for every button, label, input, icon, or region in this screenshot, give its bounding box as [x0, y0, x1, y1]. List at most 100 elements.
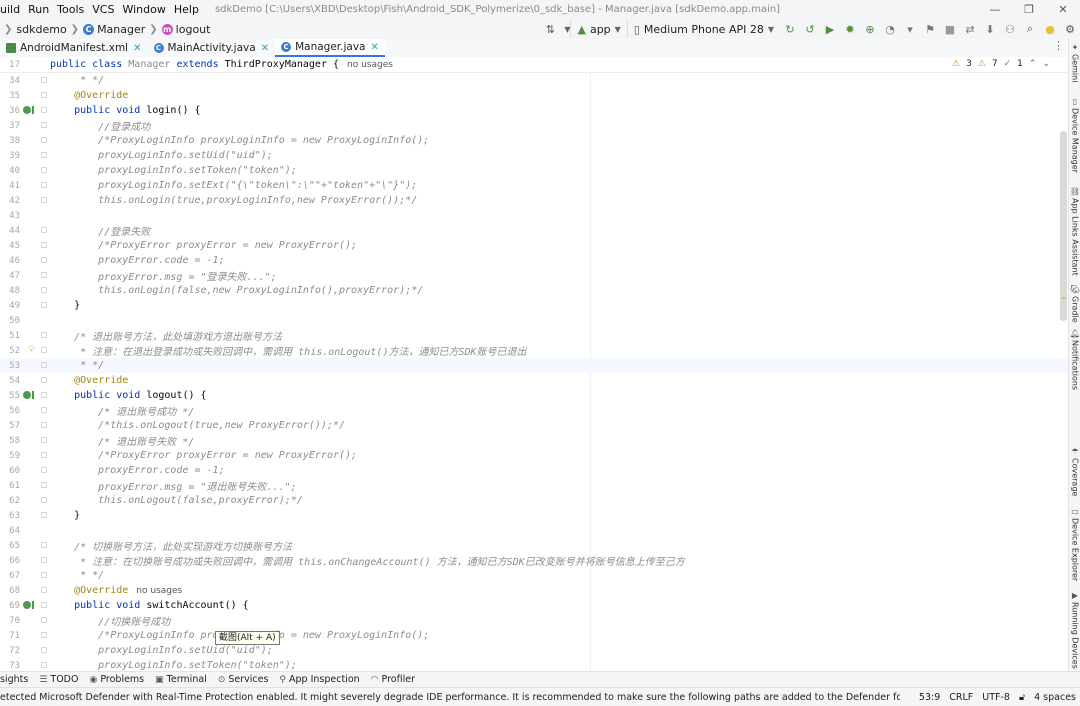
status-message[interactable]: etected Microsoft Defender with Real-Tim… — [0, 692, 900, 703]
tool-terminal[interactable]: ▣ Terminal — [155, 674, 207, 685]
menu-window[interactable]: Window — [118, 3, 169, 16]
code-line[interactable]: 61 proxyError.msg = "退出账号失败..."; — [0, 478, 1068, 494]
tool-window-coverage[interactable]: ☂ Coverage — [1069, 447, 1080, 496]
code-line[interactable]: 45 /*ProxyError proxyError = new ProxyEr… — [0, 238, 1068, 253]
run-icon[interactable]: ▶ — [822, 21, 838, 37]
code-line[interactable]: 40 proxyLoginInfo.setToken("token"); — [0, 163, 1068, 178]
tool-window-device-explorer[interactable]: ▭ Device Explorer — [1069, 507, 1080, 581]
code-line[interactable]: 71 /*ProxyLoginInfo proxyLoginInfo = new… — [0, 628, 1068, 643]
fold-marker-icon[interactable] — [41, 332, 47, 338]
fold-marker-icon[interactable] — [41, 197, 47, 203]
inspection-widget[interactable]: ⚠ 3 ⚠ 7 ✓ 1 ⌃ ⌄ — [952, 59, 1050, 69]
restore-icon[interactable]: ❐ — [1012, 0, 1046, 19]
fold-marker-icon[interactable] — [41, 497, 47, 503]
more-tabs-icon[interactable]: ⋮ — [1053, 39, 1064, 52]
minimize-icon[interactable]: — — [978, 0, 1012, 19]
fold-marker-icon[interactable] — [41, 167, 47, 173]
more-run-icon[interactable]: ▾ — [902, 21, 918, 37]
tool-app-quality-insights[interactable]: sights — [0, 674, 28, 685]
fold-marker-icon[interactable] — [41, 467, 47, 473]
fold-marker-icon[interactable] — [41, 272, 47, 278]
code-line[interactable]: 53 * */ — [0, 358, 1068, 373]
device-mirror-icon[interactable]: ⇄ — [962, 21, 978, 37]
indent-setting[interactable]: 4 spaces — [1034, 692, 1076, 703]
code-line[interactable]: 35 @Override — [0, 88, 1068, 103]
readonly-toggle-icon[interactable]: 🔓︎ — [1019, 692, 1025, 703]
search-icon[interactable]: ⌕ — [1022, 21, 1038, 37]
code-line[interactable]: 62 this.onLogout(false,proxyError);*/ — [0, 493, 1068, 508]
code-line[interactable]: 66 * 注意：在切换账号成功或失败回调中，需调用 this.onChangeA… — [0, 553, 1068, 569]
tab-android-manifest[interactable]: AndroidManifest.xml ✕ — [0, 39, 148, 57]
usages-hint[interactable]: no usages — [136, 586, 182, 596]
fold-marker-icon[interactable] — [41, 152, 47, 158]
tool-window-gemini[interactable]: ✦ Gemini — [1069, 43, 1080, 82]
settings-icon[interactable]: ⚙ — [1062, 21, 1078, 37]
code-line[interactable]: 57 /*this.onLogout(true,new ProxyError()… — [0, 418, 1068, 433]
device-select[interactable]: ▯ Medium Phone API 28 ▼ — [626, 20, 780, 38]
fold-marker-icon[interactable] — [41, 392, 47, 398]
code-line[interactable]: 41 proxyLoginInfo.setExt("{\"token\":\""… — [0, 178, 1068, 193]
rerun-icon[interactable]: ↻ — [782, 21, 798, 37]
code-line[interactable]: 42 this.onLogin(true,proxyLoginInfo,new … — [0, 193, 1068, 208]
fold-marker-icon[interactable] — [41, 77, 47, 83]
fold-marker-icon[interactable] — [41, 107, 47, 113]
tool-window-device-manager[interactable]: ▯ Device Manager — [1069, 97, 1080, 173]
tool-app-inspection[interactable]: ⚲ App Inspection — [279, 674, 359, 685]
tool-window-gradle[interactable]: 🐘︎ Gradle — [1069, 285, 1080, 323]
code-line[interactable]: 37 //登录成功 — [0, 118, 1068, 134]
code-with-me-icon[interactable]: ⚇ — [1002, 21, 1018, 37]
code-line[interactable]: 46 proxyError.code = -1; — [0, 253, 1068, 268]
attach-debugger-icon[interactable]: ⊕ — [862, 21, 878, 37]
fold-marker-icon[interactable] — [41, 632, 47, 638]
menu-tools[interactable]: Tools — [53, 3, 88, 16]
usages-hint[interactable]: no usages — [347, 60, 393, 70]
tool-profiler[interactable]: ◠ Profiler — [371, 674, 415, 685]
code-line[interactable]: 67 * */ — [0, 568, 1068, 583]
breadcrumb-class[interactable]: Manager — [97, 23, 145, 36]
code-line[interactable]: 39 proxyLoginInfo.setUid("uid"); — [0, 148, 1068, 163]
apply-changes-icon[interactable]: ↺ — [802, 21, 818, 37]
fold-marker-icon[interactable] — [41, 347, 47, 353]
lightbulb-icon[interactable]: 💡︎ — [28, 344, 35, 355]
code-line[interactable]: 65 /* 切换账号方法，此处实现游戏方切换账号方法 — [0, 538, 1068, 554]
code-line[interactable]: 44 //登录失败 — [0, 223, 1068, 239]
fold-marker-icon[interactable] — [41, 182, 47, 188]
fold-marker-icon[interactable] — [41, 122, 47, 128]
fold-marker-icon[interactable] — [41, 422, 47, 428]
close-icon[interactable]: ✕ — [261, 43, 269, 54]
debug-attach-icon[interactable]: ⚑ — [922, 21, 938, 37]
run-config-select[interactable]: ▲ app ▼ — [570, 20, 626, 38]
chevron-up-icon[interactable]: ⌃ — [1029, 59, 1037, 69]
ai-assistant-icon[interactable]: ● — [1042, 21, 1058, 37]
code-line[interactable]: 48 this.onLogin(false,new ProxyLoginInfo… — [0, 283, 1068, 298]
code-line[interactable]: 58 /* 退出账号失败 */ — [0, 433, 1068, 449]
fold-marker-icon[interactable] — [41, 137, 47, 143]
sdk-manager-icon[interactable]: ⬇ — [982, 21, 998, 37]
implementing-method-icon[interactable] — [23, 601, 34, 609]
vertical-scrollbar[interactable] — [1060, 131, 1067, 321]
code-line[interactable]: 34 * */ — [0, 73, 1068, 88]
code-line[interactable]: 68 @Override no usages — [0, 583, 1068, 598]
fold-marker-icon[interactable] — [41, 362, 47, 368]
code-line[interactable]: 54 @Override — [0, 373, 1068, 388]
code-line[interactable]: 56 /* 退出账号成功 */ — [0, 403, 1068, 419]
line-separator[interactable]: CRLF — [949, 692, 973, 703]
menu-build[interactable]: uild — [0, 3, 24, 16]
chevron-down-icon[interactable]: ⌄ — [1042, 59, 1050, 69]
code-line[interactable]: 38 /*ProxyLoginInfo proxyLoginInfo = new… — [0, 133, 1068, 148]
breadcrumb-project[interactable]: sdkdemo — [16, 23, 66, 36]
breadcrumb-method[interactable]: logout — [176, 23, 211, 36]
code-line[interactable]: 47 proxyError.msg = "登录失败..."; — [0, 268, 1068, 284]
fold-marker-icon[interactable] — [41, 287, 47, 293]
fold-marker-icon[interactable] — [41, 377, 47, 383]
code-line[interactable]: 69 public void switchAccount() { — [0, 598, 1068, 613]
fold-marker-icon[interactable] — [41, 602, 47, 608]
menu-vcs[interactable]: VCS — [88, 3, 118, 16]
code-line[interactable]: 52 💡︎ * 注意：在退出登录成功或失败回调中，需调用 this.onLogou… — [0, 343, 1068, 358]
tool-problems[interactable]: ◉ Problems — [89, 674, 144, 685]
implementing-method-icon[interactable] — [23, 106, 34, 114]
fold-marker-icon[interactable] — [41, 617, 47, 623]
fold-marker-icon[interactable] — [41, 302, 47, 308]
menu-run[interactable]: Run — [24, 3, 53, 16]
fold-marker-icon[interactable] — [41, 542, 47, 548]
